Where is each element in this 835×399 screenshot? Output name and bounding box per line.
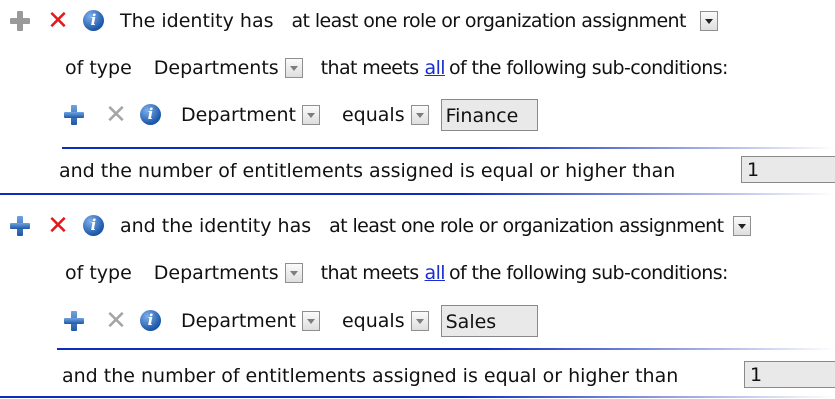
type-select-value[interactable]: Departments bbox=[154, 262, 279, 284]
rule-2-subcondition-row: ✕ i Department equals Sales bbox=[62, 305, 538, 337]
remove-condition-icon[interactable]: ✕ bbox=[46, 213, 70, 239]
add-condition-icon[interactable] bbox=[8, 214, 32, 238]
of-type-label: of type bbox=[65, 57, 132, 79]
chevron-down-icon[interactable] bbox=[733, 216, 752, 236]
entitlements-label: and the number of entitlements assigned … bbox=[62, 365, 679, 387]
rule-1-type-row: of type Departments that meets all of th… bbox=[65, 53, 728, 83]
type-select-value[interactable]: Departments bbox=[154, 57, 279, 79]
entitlements-count-input[interactable]: 1 bbox=[741, 156, 835, 183]
field-select-value[interactable]: Department bbox=[181, 104, 296, 126]
meets-suffix: of the following sub-conditions: bbox=[448, 57, 728, 79]
condition-prefix: The identity has bbox=[120, 10, 274, 32]
chevron-down-icon[interactable] bbox=[301, 311, 320, 331]
chevron-down-icon[interactable] bbox=[284, 58, 303, 78]
all-link[interactable]: all bbox=[425, 57, 446, 79]
meets-suffix: of the following sub-conditions: bbox=[448, 262, 728, 284]
entitlements-label: and the number of entitlements assigned … bbox=[59, 160, 676, 182]
info-icon[interactable]: i bbox=[82, 9, 106, 33]
field-select-value[interactable]: Department bbox=[181, 310, 296, 332]
operator-select-value[interactable]: equals bbox=[342, 310, 405, 332]
chevron-down-icon[interactable] bbox=[410, 311, 429, 331]
condition-prefix: and the identity has bbox=[120, 215, 312, 237]
meets-prefix: that meets bbox=[320, 262, 419, 284]
chevron-down-icon[interactable] bbox=[699, 11, 718, 31]
value-field[interactable]: Finance bbox=[440, 99, 538, 131]
divider bbox=[57, 348, 835, 350]
add-subcondition-icon[interactable] bbox=[62, 103, 86, 127]
remove-subcondition-icon[interactable]: ✕ bbox=[104, 102, 128, 128]
info-icon[interactable]: i bbox=[139, 103, 163, 127]
rule-divider bbox=[0, 396, 835, 398]
rule-1-header: ✕ i The identity has at least one role o… bbox=[8, 6, 718, 36]
add-condition-icon[interactable] bbox=[8, 9, 32, 33]
divider bbox=[62, 147, 835, 149]
all-link[interactable]: all bbox=[425, 262, 446, 284]
value-field[interactable]: Sales bbox=[440, 305, 538, 337]
chevron-down-icon[interactable] bbox=[410, 105, 429, 125]
rule-1-subcondition-row: ✕ i Department equals Finance bbox=[62, 99, 538, 131]
rule-divider bbox=[0, 193, 835, 195]
rule-2-header: ✕ i and the identity has at least one ro… bbox=[8, 211, 752, 241]
rule-2-type-row: of type Departments that meets all of th… bbox=[65, 258, 728, 288]
chevron-down-icon[interactable] bbox=[284, 263, 303, 283]
assignment-select-value[interactable]: at least one role or organization assign… bbox=[329, 215, 724, 237]
of-type-label: of type bbox=[65, 262, 132, 284]
remove-condition-icon[interactable]: ✕ bbox=[46, 8, 70, 34]
info-icon[interactable]: i bbox=[82, 214, 106, 238]
assignment-select-value[interactable]: at least one role or organization assign… bbox=[292, 10, 687, 32]
operator-select-value[interactable]: equals bbox=[342, 104, 405, 126]
meets-prefix: that meets bbox=[320, 57, 419, 79]
chevron-down-icon[interactable] bbox=[301, 105, 320, 125]
entitlements-count-input[interactable]: 1 bbox=[744, 361, 835, 388]
info-icon[interactable]: i bbox=[139, 309, 163, 333]
add-subcondition-icon[interactable] bbox=[62, 309, 86, 333]
remove-subcondition-icon[interactable]: ✕ bbox=[104, 308, 128, 334]
